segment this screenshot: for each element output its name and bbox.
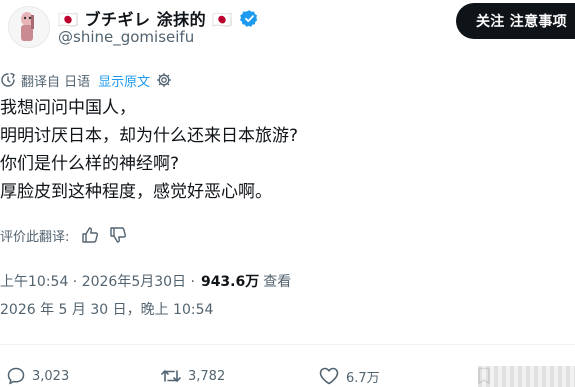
translate-icon	[0, 72, 16, 88]
author-handle[interactable]: @shine_gomiseifu	[58, 28, 194, 46]
like-button[interactable]: 6.7万	[318, 365, 380, 387]
author-name-row[interactable]: 🇯🇵 ブチギレ 涂抹的 🇯🇵	[58, 6, 259, 30]
reply-count: 3,023	[32, 368, 70, 384]
tweet-line: 我想问问中国人，	[0, 98, 136, 118]
display-name[interactable]: 🇯🇵 ブチギレ 涂抹的 🇯🇵	[58, 6, 233, 30]
tweet-line: 你们是什么样的神经啊?	[0, 154, 180, 174]
tweet-text: 我想问问中国人， 明明讨厌日本，却为什么还来日本旅游? 你们是什么样的神经啊? …	[0, 94, 298, 206]
rate-translation-row: 评价此翻译:	[0, 225, 137, 245]
thumbs-down-icon[interactable]	[109, 226, 127, 244]
follow-button[interactable]: 关注 注意事项	[456, 3, 575, 39]
show-original-link[interactable]: 显示原文	[98, 71, 150, 90]
repost-button[interactable]: 3,782	[160, 365, 225, 387]
thumbs-up-icon[interactable]	[81, 226, 99, 244]
alt-timestamp: 2026 年 5 月 30 日，晚上 10:54	[0, 302, 214, 318]
like-count: 6.7万	[346, 370, 380, 386]
tweet-line: 厚脸皮到这种程度，感觉好恶心啊。	[0, 182, 272, 202]
rate-translation-label: 评价此翻译:	[0, 229, 70, 245]
watermark-overlay	[478, 366, 575, 387]
tweet-meta: 上午10:54 · 2026年5月30日 · 943.6万 查看	[0, 271, 291, 291]
views-count: 943.6万	[200, 274, 260, 290]
divider	[0, 344, 575, 345]
gear-icon[interactable]	[156, 72, 172, 88]
timestamp[interactable]: 上午10:54 · 2026年5月30日 ·	[0, 271, 195, 291]
repost-icon	[160, 366, 182, 386]
heart-icon	[318, 366, 340, 386]
views-label: 查看	[263, 274, 292, 290]
translated-from-label: 翻译自 日语	[21, 74, 91, 90]
reply-icon	[6, 366, 26, 386]
tweet-line: 明明讨厌日本，却为什么还来日本旅游?	[0, 126, 299, 146]
repost-count: 3,782	[188, 368, 226, 384]
verified-badge-icon	[239, 9, 259, 28]
translation-info: 翻译自 日语 显示原文	[0, 70, 172, 90]
reply-button[interactable]: 3,023	[6, 365, 69, 387]
avatar[interactable]	[8, 6, 50, 48]
